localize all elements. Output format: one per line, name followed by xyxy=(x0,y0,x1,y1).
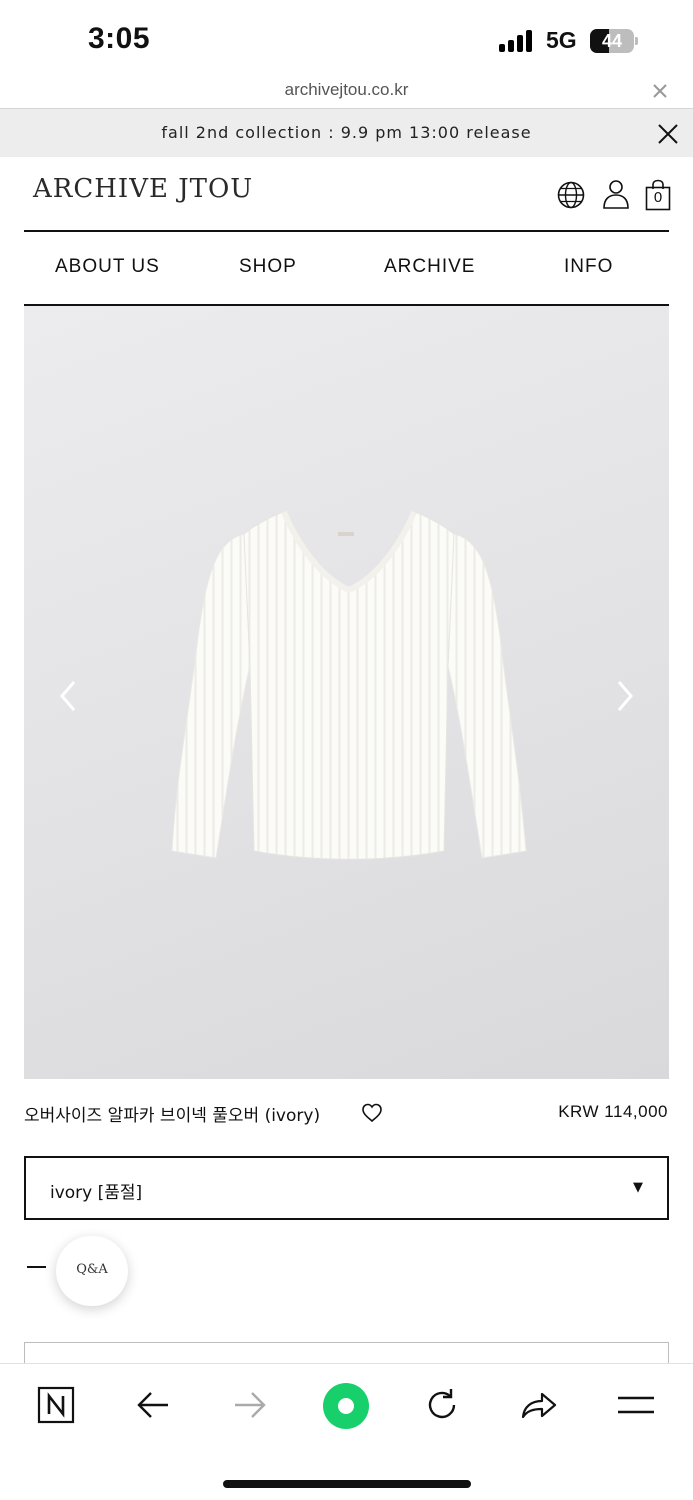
menu-icon[interactable] xyxy=(617,1386,655,1424)
chevron-left-icon[interactable] xyxy=(56,678,80,714)
main-nav: ABOUT US SHOP ARCHIVE INFO xyxy=(24,232,669,304)
bag-icon[interactable]: 0 xyxy=(645,179,675,211)
green-dot-icon[interactable] xyxy=(322,1382,370,1430)
announcement-text: fall 2nd collection : 9.9 pm 13:00 relea… xyxy=(161,123,532,142)
product-name: 오버사이즈 알파카 브이넥 풀오버 (ivory) xyxy=(24,1106,321,1126)
close-icon[interactable] xyxy=(651,82,669,100)
back-arrow-icon[interactable] xyxy=(134,1386,172,1424)
battery-level: 44 xyxy=(601,31,623,51)
nav-archive[interactable]: ARCHIVE xyxy=(384,256,475,278)
network-label: 5G xyxy=(546,27,577,53)
naver-n-icon[interactable] xyxy=(37,1386,75,1424)
option-selected-value: ivory [품절] xyxy=(50,1183,143,1203)
nav-info[interactable]: INFO xyxy=(564,256,613,278)
chevron-right-icon[interactable] xyxy=(613,678,637,714)
site-logo[interactable]: ARCHIVE JTOU xyxy=(33,174,253,204)
announcement-bar: fall 2nd collection : 9.9 pm 13:00 relea… xyxy=(0,108,693,157)
forward-arrow-icon[interactable] xyxy=(231,1386,269,1424)
qa-label: Q&A xyxy=(76,1262,108,1277)
option-select[interactable]: ivory [품절] ▼ xyxy=(24,1156,669,1220)
product-image-carousel[interactable] xyxy=(24,306,669,1079)
close-icon[interactable] xyxy=(657,123,679,145)
browser-toolbar xyxy=(0,1363,693,1500)
battery-icon: 44 xyxy=(590,29,638,53)
quantity-minus-button[interactable] xyxy=(27,1266,46,1268)
url-bar[interactable]: archivejtou.co.kr xyxy=(0,80,693,108)
refresh-icon[interactable] xyxy=(423,1386,461,1424)
home-indicator xyxy=(223,1480,471,1488)
status-time: 3:05 xyxy=(88,22,151,55)
product-price: KRW 114,000 xyxy=(558,1102,668,1121)
user-icon[interactable] xyxy=(601,179,631,211)
qa-floating-button[interactable]: Q&A xyxy=(56,1236,128,1306)
product-image xyxy=(171,510,527,860)
share-icon[interactable] xyxy=(520,1386,558,1424)
url-text: archivejtou.co.kr xyxy=(284,80,409,99)
nav-shop[interactable]: SHOP xyxy=(239,256,297,278)
nav-about-us[interactable]: ABOUT US xyxy=(55,256,160,278)
heart-icon[interactable] xyxy=(361,1102,383,1124)
signal-icon xyxy=(499,30,537,52)
caret-down-icon: ▼ xyxy=(633,1180,643,1195)
status-bar: 3:05 5G 44 xyxy=(0,0,693,80)
cart-count: 0 xyxy=(653,189,663,206)
globe-icon[interactable] xyxy=(556,179,586,211)
